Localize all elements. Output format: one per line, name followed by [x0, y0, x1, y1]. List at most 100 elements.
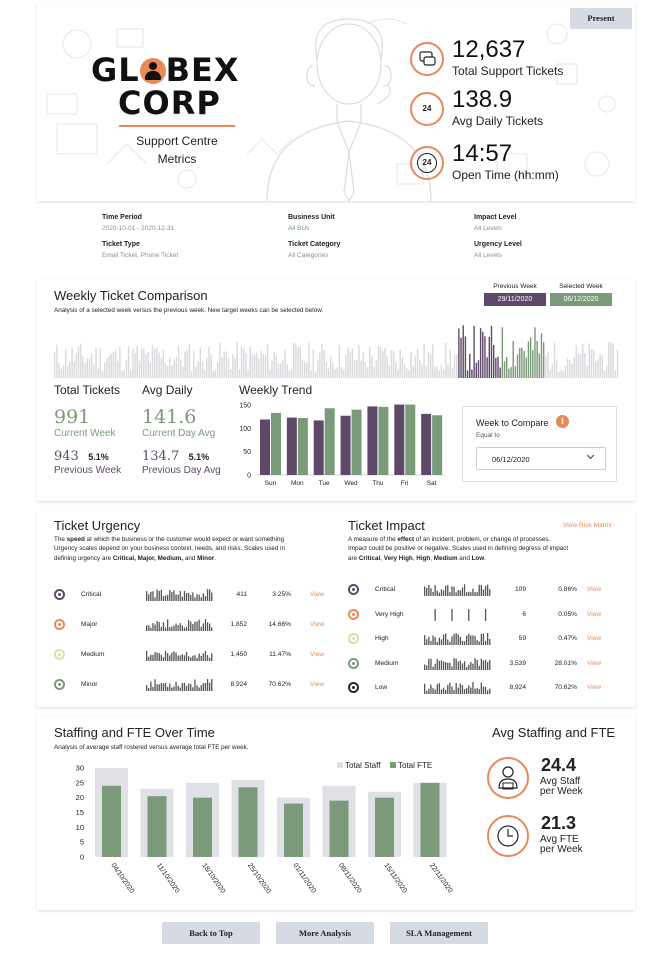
x-tick-label: 18/10/2020 — [200, 862, 226, 895]
spark-bar — [440, 589, 443, 596]
view-link[interactable]: View — [587, 684, 601, 691]
timeline-bar — [277, 363, 280, 378]
view-link[interactable]: View — [310, 591, 324, 598]
timeline-bar — [503, 361, 506, 378]
kpi-value: 138.9 — [452, 86, 513, 113]
filter-impact-level[interactable]: Impact Level All Levels — [474, 214, 516, 232]
phone-24-icon: 24 — [410, 92, 444, 126]
spark-bar — [428, 585, 430, 596]
subtitle-line-1: Support Centre — [136, 134, 218, 148]
timeline-bar — [143, 348, 145, 378]
timeline-bar — [177, 345, 180, 378]
timeline-bar — [477, 360, 480, 378]
timeline-bar — [80, 343, 82, 378]
spark-bar — [204, 651, 207, 661]
filter-ticket-type[interactable]: Ticket Type Email Ticket, Phone Ticket — [102, 241, 178, 259]
timeline-bar — [136, 346, 138, 378]
spark-bar — [181, 654, 183, 661]
more-analysis-button[interactable]: More Analysis — [276, 922, 374, 944]
timeline-bar — [586, 365, 588, 378]
info-icon[interactable]: i — [556, 415, 569, 428]
spark-bar — [484, 659, 487, 670]
view-link[interactable]: View — [310, 681, 324, 688]
level-ring-icon — [54, 619, 65, 630]
filter-ticket-category[interactable]: Ticket Category All Categories — [288, 241, 340, 259]
timeline-bar — [90, 354, 93, 378]
timeline-bar — [243, 348, 245, 378]
sla-management-button[interactable]: SLA Management — [390, 922, 488, 944]
spark-bar — [438, 637, 440, 645]
timeline-bar — [492, 344, 495, 378]
present-button[interactable]: Present — [570, 8, 632, 29]
filter-business-unit[interactable]: Business Unit All BUs — [288, 214, 335, 232]
level-sparkline — [146, 650, 213, 661]
previous-week-selector[interactable]: Previous Week 29/11/2020 — [484, 283, 546, 306]
timeline-bar — [351, 348, 354, 378]
fte-bar — [420, 782, 440, 857]
urgency-title: Ticket Urgency — [54, 518, 141, 533]
timeline-bar — [540, 333, 543, 378]
staffing-card: Staffing and FTE Over Time Analysis of a… — [37, 717, 635, 910]
spark-bar — [209, 657, 211, 661]
spark-bar — [171, 626, 173, 631]
spark-bar — [461, 640, 464, 645]
timeline-bar — [610, 342, 612, 378]
view-link[interactable]: View — [587, 660, 601, 667]
spark-bar — [442, 634, 445, 645]
timeline-bar — [171, 365, 173, 378]
trend-bar-previous — [394, 404, 405, 475]
timeline-bar — [340, 367, 343, 378]
filter-urgency-level[interactable]: Urgency Level All Levels — [474, 241, 522, 259]
timeline-bar — [236, 342, 238, 378]
subtitle: Support Centre Metrics — [107, 132, 247, 168]
kpi-open-time: 24 14:57 Open Time (hh:mm) — [410, 140, 630, 188]
selected-week-selector[interactable]: Selected Week 06/12/2020 — [550, 283, 612, 306]
view-risk-matrix-link[interactable]: View Risk Matrix — [563, 522, 612, 529]
weekly-timeline-chart[interactable] — [54, 320, 619, 380]
timeline-bar — [86, 358, 88, 378]
spark-bar — [173, 651, 175, 661]
spark-bar — [202, 683, 204, 691]
timeline-bar — [82, 356, 84, 378]
spark-bar — [453, 633, 455, 645]
spark-bar — [489, 659, 491, 670]
x-tick-label: 25/10/2020 — [246, 862, 272, 895]
view-link[interactable]: View — [310, 651, 324, 658]
view-link[interactable]: View — [587, 586, 601, 593]
spark-bar — [190, 683, 192, 691]
impact-description: A measure of the effect of an incident, … — [348, 536, 569, 562]
spark-bar — [146, 625, 148, 631]
spark-bar — [198, 619, 200, 631]
kpi-label: Avg Daily Tickets — [452, 114, 544, 128]
filter-time-period[interactable]: Time Period 2020-10-01 - 2020-12-31 — [102, 214, 174, 232]
timeline-bar — [553, 342, 556, 378]
timeline-bar — [471, 369, 473, 378]
back-to-top-button[interactable]: Back to Top — [162, 922, 260, 944]
spark-bar — [152, 686, 154, 691]
y-tick-label: 15 — [76, 808, 84, 817]
spark-bar — [451, 608, 453, 621]
timeline-bar — [103, 362, 106, 378]
view-link[interactable]: View — [587, 635, 601, 642]
spark-bar — [190, 595, 192, 601]
spark-bar — [487, 584, 489, 596]
timeline-bar — [329, 356, 332, 378]
spark-bar — [158, 622, 160, 631]
timeline-bar — [295, 344, 297, 378]
week-select[interactable]: 06/12/2020 — [476, 447, 606, 470]
spark-bar — [457, 590, 459, 596]
spark-bar — [181, 682, 183, 691]
legend-label: Total FTE — [398, 761, 432, 770]
spark-bar — [158, 684, 160, 691]
timeline-bar — [301, 359, 304, 378]
view-link[interactable]: View — [587, 611, 601, 618]
view-link[interactable]: View — [310, 621, 324, 628]
timeline-bar — [145, 353, 147, 378]
timeline-bar — [456, 354, 458, 378]
timeline-bar — [534, 327, 536, 378]
avg-fte-kpi: 21.3 Avg FTE per Week — [487, 813, 627, 857]
timeline-bar — [308, 342, 310, 378]
timeline-bar — [555, 359, 558, 378]
spark-bar — [171, 591, 173, 601]
spark-bar — [455, 682, 457, 694]
